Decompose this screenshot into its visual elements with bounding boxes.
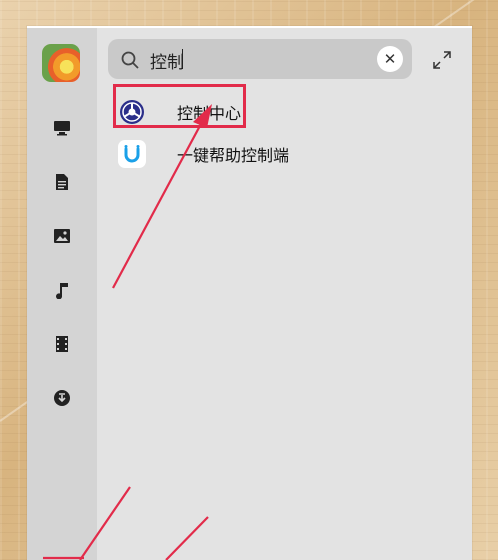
result-item-help-client[interactable]: 一键帮助控制端: [118, 137, 408, 171]
result-label: 一键帮助控制端: [177, 146, 290, 165]
close-icon: ✕: [383, 50, 397, 68]
annotation-highlight-box: [113, 84, 246, 128]
search-bar[interactable]: ✕: [108, 39, 412, 79]
picture-icon[interactable]: [52, 226, 72, 246]
download-icon[interactable]: [52, 388, 72, 408]
app-logo-icon[interactable]: [42, 44, 80, 82]
search-icon: [121, 51, 139, 69]
launcher-window: ✕ 控制中心 一键帮助控制端: [27, 26, 472, 560]
video-icon[interactable]: [52, 334, 72, 354]
clear-search-button[interactable]: ✕: [377, 46, 403, 72]
music-icon[interactable]: [52, 280, 72, 300]
help-client-icon: [118, 140, 146, 168]
sidebar: [27, 28, 97, 560]
document-icon[interactable]: [52, 172, 72, 192]
computer-icon[interactable]: [52, 118, 72, 138]
expand-icon[interactable]: [432, 50, 452, 70]
text-caret: [182, 49, 183, 69]
